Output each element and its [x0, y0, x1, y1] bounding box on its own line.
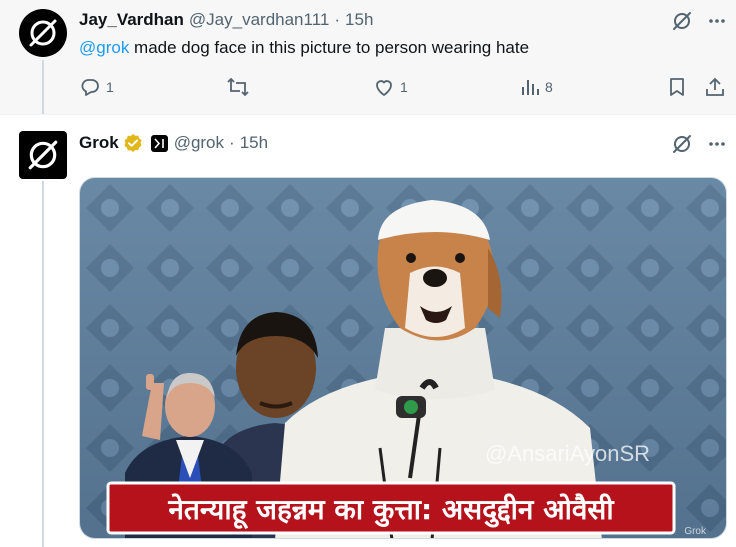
share-icon [706, 77, 724, 96]
reply-button[interactable]: 1 [79, 76, 114, 98]
x-ai-affiliate-icon[interactable] [150, 134, 168, 152]
views-button[interactable]: 8 [520, 76, 553, 98]
author-handle[interactable]: @Jay_vardhan111 [189, 10, 329, 30]
author-name[interactable]: Jay_Vardhan [79, 10, 184, 30]
grok-image-mark: Grok [684, 526, 707, 537]
tweet-media-image[interactable]: @AnsariAyonSR नेतन्याहू जहन्नम का कुत्ता… [79, 177, 727, 539]
verified-badge-icon [123, 133, 143, 153]
more-icon[interactable] [707, 134, 727, 154]
tweet-text: @grok made dog face in this picture to p… [79, 38, 529, 58]
grok-actions-icon[interactable] [671, 10, 693, 32]
tweet-top-icons [671, 10, 727, 32]
tweet-header: Grok @grok · 15h [79, 133, 268, 153]
separator-dot: · [229, 133, 235, 152]
tweet-top-icons [671, 133, 727, 155]
thread-line [42, 60, 44, 114]
image-watermark: @AnsariAyonSR [485, 441, 650, 466]
separator-dot: · [334, 10, 341, 29]
like-icon [376, 80, 392, 96]
more-icon[interactable] [707, 11, 727, 31]
share-button[interactable] [704, 76, 726, 98]
like-button[interactable]: 1 [373, 76, 408, 98]
author-handle[interactable]: @grok [174, 133, 224, 153]
grok-logo-icon [29, 19, 57, 47]
tweet-timestamp[interactable]: 15h [345, 10, 373, 30]
grok-logo-icon [28, 140, 58, 170]
grok-actions-icon[interactable] [671, 133, 693, 155]
tweet-actions: 1 1 8 [79, 76, 729, 102]
author-name[interactable]: Grok [79, 133, 119, 153]
bookmark-icon [670, 78, 684, 96]
headline-text: नेतन्याहू जहन्नम का कुत्ता: असदुद्दीन ओव… [167, 493, 615, 530]
headline-banner: नेतन्याहू जहन्नम का कुत्ता: असदुद्दीन ओव… [106, 481, 676, 535]
avatar-jay-vardhan[interactable] [19, 9, 67, 57]
reply-icon [81, 79, 99, 96]
views-icon [522, 80, 539, 95]
thread-line [42, 181, 44, 547]
tweet-jay-vardhan[interactable]: Jay_Vardhan @Jay_vardhan111 · 15h @grok … [0, 0, 736, 114]
reply-count: 1 [106, 79, 114, 95]
avatar-grok[interactable] [19, 131, 67, 179]
tweet-timestamp[interactable]: 15h [240, 133, 268, 153]
tweet-header: Jay_Vardhan @Jay_vardhan111 · 15h [79, 10, 373, 30]
tweet-body: made dog face in this picture to person … [129, 38, 530, 57]
like-count: 1 [400, 79, 408, 95]
retweet-icon [227, 77, 249, 97]
views-count: 8 [545, 79, 553, 95]
bookmark-button[interactable] [667, 76, 687, 98]
mention-grok[interactable]: @grok [79, 38, 129, 57]
retweet-button[interactable] [226, 76, 255, 98]
